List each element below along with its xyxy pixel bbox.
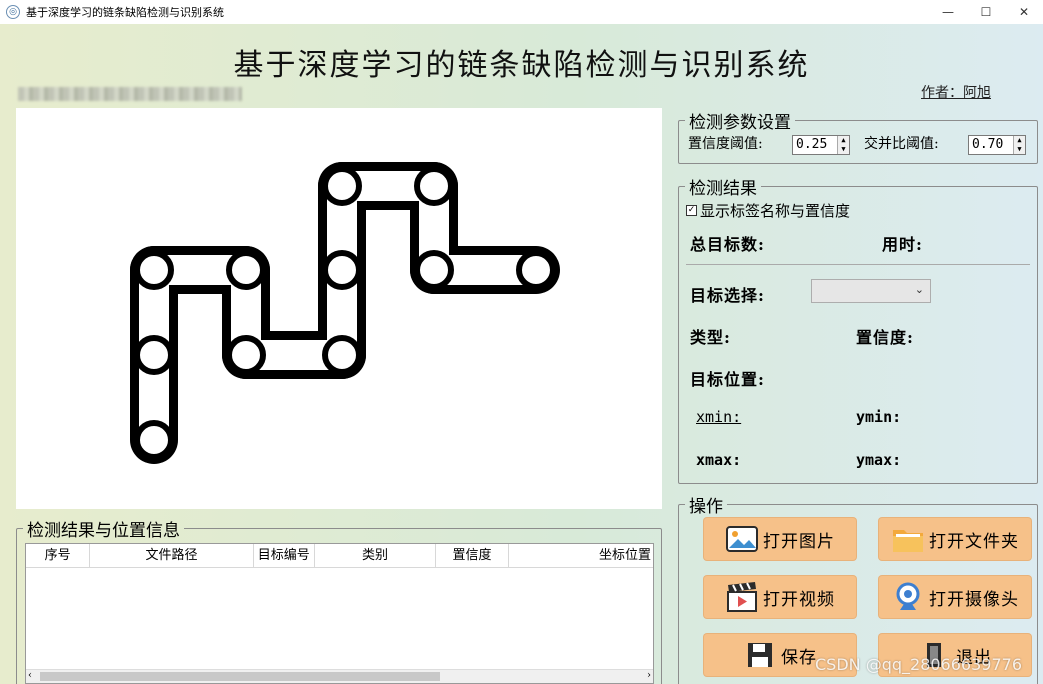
- video-clapper-icon: [725, 582, 759, 612]
- horizontal-scrollbar[interactable]: ‹ ›: [26, 669, 653, 683]
- target-position-label: 目标位置:: [690, 370, 765, 389]
- target-select-label: 目标选择:: [690, 286, 765, 305]
- chevron-down-icon: ⌄: [914, 283, 924, 296]
- ymin-label: ymin:: [856, 408, 902, 426]
- image-display: [16, 108, 662, 509]
- show-labels-checkbox[interactable]: ✓ 显示标签名称与置信度: [686, 200, 850, 221]
- iou-threshold-spinbox[interactable]: 0.70 ▲ ▼: [968, 135, 1026, 155]
- scroll-right-icon[interactable]: ›: [647, 670, 651, 681]
- ymax-label: ymax:: [856, 451, 902, 469]
- close-button[interactable]: ✕: [1005, 0, 1043, 24]
- results-legend: 检测结果: [689, 179, 757, 199]
- open-camera-button[interactable]: 打开摄像头: [879, 576, 1031, 618]
- conf-threshold-value: 0.25: [796, 137, 828, 152]
- image-icon: [725, 524, 759, 554]
- total-targets-label: 总目标数:: [690, 235, 765, 254]
- floppy-disk-icon: [743, 640, 777, 670]
- scrollbar-thumb[interactable]: [40, 672, 440, 681]
- column-header-confidence[interactable]: 置信度: [436, 544, 509, 567]
- open-camera-label: 打开摄像头: [929, 589, 1019, 610]
- open-video-label: 打开视频: [763, 589, 835, 610]
- chain-image: [130, 162, 560, 464]
- maximize-button[interactable]: ☐: [967, 0, 1005, 24]
- webcam-icon: [891, 582, 925, 612]
- window-title: 基于深度学习的链条缺陷检测与识别系统: [26, 6, 224, 19]
- table-header: 序号 文件路径 目标编号 类别 置信度 坐标位置: [26, 544, 653, 568]
- scroll-left-icon[interactable]: ‹: [28, 670, 32, 681]
- open-folder-label: 打开文件夹: [929, 531, 1019, 552]
- column-header-coordinates[interactable]: 坐标位置: [509, 544, 653, 567]
- time-used-label: 用时:: [882, 235, 923, 254]
- iou-threshold-label: 交并比阈值:: [864, 136, 939, 152]
- checkbox-checked-icon[interactable]: ✓: [686, 205, 697, 216]
- save-label: 保存: [781, 647, 817, 668]
- folder-icon: [891, 524, 925, 554]
- author-label: 作者：阿旭: [921, 85, 991, 101]
- page-title: 基于深度学习的链条缺陷检测与识别系统: [233, 48, 810, 83]
- app-icon: ◎: [6, 5, 20, 19]
- spin-arrows-icon[interactable]: ▲ ▼: [1013, 136, 1025, 154]
- watermark: CSDN @qq_28066639776: [815, 655, 1022, 674]
- conf-threshold-spinbox[interactable]: 0.25 ▲ ▼: [792, 135, 850, 155]
- column-header-index[interactable]: 序号: [26, 544, 91, 567]
- show-labels-text: 显示标签名称与置信度: [700, 202, 851, 220]
- open-folder-button[interactable]: 打开文件夹: [879, 518, 1031, 560]
- open-video-button[interactable]: 打开视频: [704, 576, 856, 618]
- column-header-target-id[interactable]: 目标编号: [254, 544, 316, 567]
- blurred-text: [18, 87, 242, 101]
- conf-threshold-label: 置信度阈值:: [688, 136, 763, 152]
- minimize-button[interactable]: —: [929, 0, 967, 24]
- window-titlebar: ◎ 基于深度学习的链条缺陷检测与识别系统 — ☐ ✕: [0, 0, 1043, 24]
- params-legend: 检测参数设置: [689, 113, 791, 133]
- spin-arrows-icon[interactable]: ▲ ▼: [837, 136, 849, 154]
- results-table[interactable]: 序号 文件路径 目标编号 类别 置信度 坐标位置 ‹ ›: [25, 543, 654, 684]
- target-select-dropdown[interactable]: ⌄: [811, 279, 931, 303]
- open-image-button[interactable]: 打开图片: [704, 518, 856, 560]
- xmax-label: xmax:: [696, 451, 742, 469]
- open-image-label: 打开图片: [763, 531, 835, 552]
- actions-legend: 操作: [689, 497, 723, 517]
- confidence-label: 置信度:: [856, 328, 914, 347]
- table-legend: 检测结果与位置信息: [27, 521, 180, 541]
- iou-threshold-value: 0.70: [972, 137, 1004, 152]
- column-header-class[interactable]: 类别: [315, 544, 436, 567]
- divider: [686, 264, 1030, 265]
- type-label: 类型:: [690, 328, 731, 347]
- column-header-filepath[interactable]: 文件路径: [90, 544, 254, 567]
- xmin-label: xmin:: [696, 408, 742, 426]
